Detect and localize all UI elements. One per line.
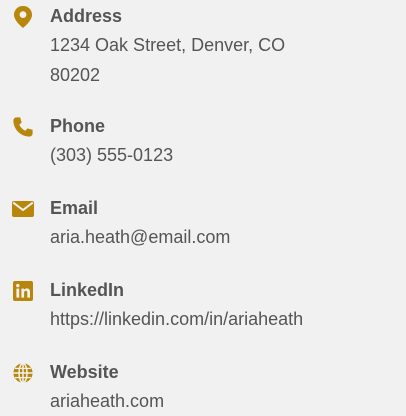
globe-icon — [10, 360, 36, 386]
phone-value: (303) 555-0123 — [50, 145, 174, 165]
email-value: aria.heath@email.com — [50, 227, 231, 247]
website-value[interactable]: ariaheath.com — [50, 386, 406, 416]
linkedin-text: LinkedIn https://linkedin.com/in/ariahea… — [50, 278, 406, 334]
contact-list: Address 1234 Oak Street, Denver, CO 8020… — [0, 0, 406, 416]
address-text: Address 1234 Oak Street, Denver, CO 8020… — [50, 4, 406, 90]
address-label: Address — [50, 6, 123, 26]
email-label: Email — [50, 198, 99, 218]
phone-icon — [10, 114, 36, 140]
linkedin-icon — [10, 278, 36, 304]
linkedin-value[interactable]: https://linkedin.com/in/ariaheath — [50, 304, 406, 334]
address-value: 1234 Oak Street, Denver, CO 80202 — [50, 35, 286, 85]
phone-text: Phone (303) 555-0123 — [50, 114, 406, 170]
email-text: Email aria.heath@email.com — [50, 196, 406, 252]
website-label: Website — [50, 362, 119, 382]
location-pin-icon — [10, 4, 36, 30]
linkedin-label: LinkedIn — [50, 280, 125, 300]
envelope-icon — [10, 196, 36, 222]
phone-label: Phone — [50, 116, 106, 136]
website-text: Website ariaheath.com — [50, 360, 406, 416]
